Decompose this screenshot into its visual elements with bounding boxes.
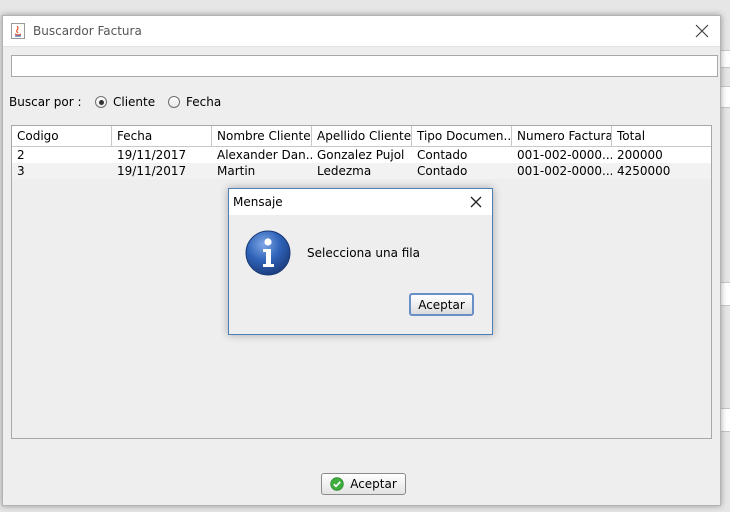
cell-codigo: 3 xyxy=(17,164,25,178)
window-titlebar: Buscardor Factura xyxy=(3,16,720,47)
aceptar-button[interactable]: Aceptar xyxy=(321,473,406,495)
dialog-aceptar-button[interactable]: Aceptar xyxy=(409,293,474,316)
table-row[interactable]: 2 19/11/2017 Alexander Dan... Gonzalez P… xyxy=(12,147,711,163)
cell-total: 4250000 xyxy=(617,164,671,178)
radio-fecha[interactable]: Fecha xyxy=(168,94,221,110)
cell-fecha: 19/11/2017 xyxy=(117,164,187,178)
java-icon xyxy=(11,23,25,39)
buscar-por-label: Buscar por : xyxy=(9,95,82,109)
column-header-tipo-documento[interactable]: Tipo Documen... xyxy=(412,126,512,146)
search-input[interactable] xyxy=(11,55,718,77)
table-header: Codigo Fecha Nombre Cliente Apellido Cli… xyxy=(12,126,711,147)
close-icon[interactable] xyxy=(690,19,714,43)
column-header-fecha[interactable]: Fecha xyxy=(112,126,212,146)
cell-nombre-cliente: Alexander Dan... xyxy=(217,148,312,162)
dialog-message: Selecciona una fila xyxy=(307,246,420,260)
cell-apellido-cliente: Ledezma xyxy=(317,164,372,178)
info-icon xyxy=(245,230,291,276)
column-header-codigo[interactable]: Codigo xyxy=(12,126,112,146)
column-header-apellido-cliente[interactable]: Apellido Cliente xyxy=(312,126,412,146)
cell-numero-factura: 001-002-0000... xyxy=(517,164,612,178)
column-header-numero-factura[interactable]: Numero Factura xyxy=(512,126,612,146)
check-circle-icon xyxy=(330,477,344,491)
radio-unselected-icon xyxy=(168,96,180,108)
column-header-nombre-cliente[interactable]: Nombre Cliente xyxy=(212,126,312,146)
aceptar-button-label: Aceptar xyxy=(350,477,397,491)
cell-nombre-cliente: Martin xyxy=(217,164,256,178)
cell-apellido-cliente: Gonzalez Pujol xyxy=(317,148,405,162)
column-header-total[interactable]: Total xyxy=(612,126,711,146)
mensaje-dialog: Mensaje Selecciona una fila Aceptar xyxy=(228,188,493,335)
cell-tipo-documento: Contado xyxy=(417,148,468,162)
cell-fecha: 19/11/2017 xyxy=(117,148,187,162)
cell-codigo: 2 xyxy=(17,148,25,162)
window-title: Buscardor Factura xyxy=(33,24,142,38)
cell-total: 200000 xyxy=(617,148,663,162)
radio-cliente-label: Cliente xyxy=(113,95,156,109)
radio-selected-icon xyxy=(95,96,107,108)
dialog-titlebar: Mensaje xyxy=(229,189,492,215)
cell-numero-factura: 001-002-0000... xyxy=(517,148,612,162)
close-icon[interactable] xyxy=(466,192,486,212)
radio-fecha-label: Fecha xyxy=(186,95,222,109)
table-row[interactable]: 3 19/11/2017 Martin Ledezma Contado 001-… xyxy=(12,163,711,179)
cell-tipo-documento: Contado xyxy=(417,164,468,178)
radio-cliente[interactable]: Cliente xyxy=(95,94,155,110)
dialog-title: Mensaje xyxy=(233,195,283,209)
